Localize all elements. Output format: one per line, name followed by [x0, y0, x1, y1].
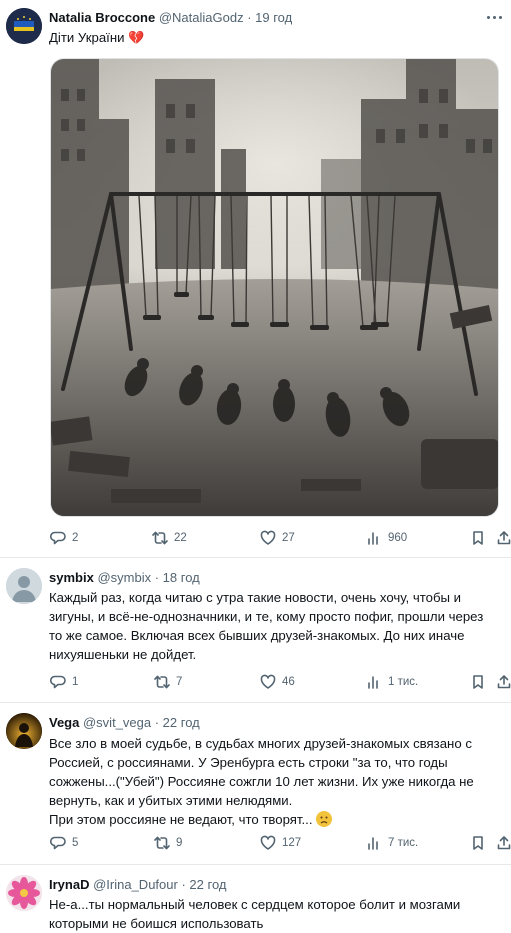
views-count: 7 тис. [388, 837, 419, 849]
share-icon [497, 836, 511, 850]
tweet-header: Vega @svit_vega · 22 год [49, 715, 200, 730]
heart-icon [260, 835, 276, 850]
views-icon [368, 837, 378, 850]
share-button[interactable] [496, 672, 511, 692]
like-count: 27 [282, 532, 295, 544]
like-count: 46 [282, 676, 295, 688]
tweet-text-line: которыми не боишся использовать [49, 916, 264, 931]
reply-button[interactable]: 5 [50, 833, 78, 853]
tweet-text: Не-а...ты нормальный человек с сердцем к… [49, 895, 511, 933]
reply-count: 2 [72, 532, 79, 544]
reply-button[interactable]: 2 [50, 528, 78, 548]
heart-icon [260, 674, 276, 689]
retweet-button[interactable]: 22 [152, 528, 187, 548]
views-count: 1 тис. [388, 676, 419, 688]
tweet-text: Все зло в моей судьбе, в судьбах многих … [49, 734, 511, 829]
bookmark-button[interactable] [470, 672, 492, 692]
display-name[interactable]: Vega [49, 715, 79, 730]
reply-icon [50, 675, 66, 689]
retweet-icon [154, 675, 170, 689]
share-button[interactable] [496, 528, 511, 548]
timestamp[interactable]: · 18 год [155, 570, 200, 585]
retweet-icon [154, 836, 170, 850]
like-button[interactable]: 46 [260, 672, 295, 692]
share-icon [497, 531, 511, 545]
user-handle[interactable]: @svit_vega [83, 715, 151, 730]
avatar[interactable] [6, 568, 42, 604]
views-icon [368, 532, 378, 545]
reply-icon [50, 531, 66, 545]
timestamp[interactable]: · 22 год [181, 877, 226, 892]
views-icon [368, 676, 378, 689]
tweet-text-line: сожжены...("Убей") Россияне сожгли 10 ле… [49, 774, 474, 789]
reply-icon [50, 836, 66, 850]
reply-tweet[interactable]: symbix @symbix · 18 год Каждый раз, когд… [0, 558, 511, 700]
retweet-count: 22 [174, 532, 187, 544]
tweet-actions: 1 7 46 1 тис. [50, 672, 511, 692]
tweet-text-line: Все зло в моей судьбе, в судьбах многих … [49, 736, 472, 751]
bookmark-button[interactable] [470, 528, 492, 548]
more-icon[interactable] [487, 10, 503, 24]
retweet-icon [152, 531, 168, 545]
like-button[interactable]: 127 [260, 833, 301, 853]
user-handle[interactable]: @symbix [97, 570, 151, 585]
retweet-button[interactable]: 7 [154, 672, 182, 692]
reply-button[interactable]: 1 [50, 672, 78, 692]
tweet-text-line: Каждый раз, когда читаю с утра такие нов… [49, 590, 462, 605]
tweet-text-line: Не-а...ты нормальный человек с сердцем к… [49, 897, 461, 912]
share-button[interactable] [496, 833, 511, 853]
like-count: 127 [282, 837, 302, 849]
share-icon [497, 675, 511, 689]
bookmark-icon [473, 675, 483, 689]
tweet-text-line: При этом россияне не ведают, что творят.… [49, 812, 313, 827]
reply-count: 5 [72, 837, 79, 849]
bookmark-icon [473, 531, 483, 545]
retweet-count: 7 [176, 676, 183, 688]
tweet-text-line: то же самое. Включая всех бывших друзей-… [49, 628, 465, 643]
user-handle[interactable]: @Irina_Dufour [93, 877, 178, 892]
tweet-header: Natalia Broccone @NataliaGodz · 19 год [49, 10, 292, 25]
tweet-main[interactable]: Natalia Broccone @NataliaGodz · 19 год Д… [0, 0, 511, 557]
tweet-text-line-last: При этом россияне не ведают, что творят.… [49, 810, 511, 829]
display-name[interactable]: Natalia Broccone [49, 10, 155, 25]
reply-tweet[interactable]: IrynaD @Irina_Dufour · 22 год Не-а...ты … [0, 865, 511, 933]
broken-heart-emoji: 💔 [128, 30, 145, 45]
reply-count: 1 [72, 676, 79, 688]
timestamp[interactable]: · 22 год [155, 715, 200, 730]
tweet-text-line: Діти України [49, 30, 125, 45]
views-button[interactable]: 960 [366, 528, 407, 548]
views-button[interactable]: 7 тис. [366, 833, 418, 853]
reply-tweet[interactable]: Vega @svit_vega · 22 год Все зло в моей … [0, 703, 511, 861]
avatar[interactable] [6, 713, 42, 749]
display-name[interactable]: symbix [49, 570, 94, 585]
tweet-text-line: нихуяшеньки не дойдет. [49, 647, 197, 662]
tweet-text: Діти України 💔 [49, 28, 511, 47]
views-count: 960 [388, 532, 408, 544]
tweet-text-line: Россией, с россиянами. У Эренбурга есть … [49, 755, 448, 770]
avatar[interactable] [6, 875, 42, 911]
bookmark-button[interactable] [470, 833, 492, 853]
avatar[interactable] [6, 8, 42, 44]
tweet-text: Каждый раз, когда читаю с утра такие нов… [49, 588, 511, 664]
bookmark-icon [473, 836, 483, 850]
sad-face-emoji [316, 811, 333, 827]
tweet-text-line: вернуть, как и убитых этими нелюдями. [49, 793, 293, 808]
tweet-actions: 2 22 27 960 [50, 528, 511, 548]
heart-icon [260, 530, 276, 545]
tweet-header: symbix @symbix · 18 год [49, 570, 200, 585]
tweet-text-line: зигуны, и всё-не-однозначники, и те, ком… [49, 609, 484, 624]
timestamp[interactable]: · 19 год [247, 10, 292, 25]
display-name[interactable]: IrynaD [49, 877, 89, 892]
like-button[interactable]: 27 [260, 528, 295, 548]
tweet-image[interactable] [50, 58, 499, 517]
retweet-count: 9 [176, 837, 183, 849]
retweet-button[interactable]: 9 [154, 833, 182, 853]
tweet-actions: 5 9 127 7 тис. [50, 833, 511, 853]
views-button[interactable]: 1 тис. [366, 672, 418, 692]
user-handle[interactable]: @NataliaGodz [159, 10, 244, 25]
tweet-header: IrynaD @Irina_Dufour · 22 год [49, 877, 226, 892]
